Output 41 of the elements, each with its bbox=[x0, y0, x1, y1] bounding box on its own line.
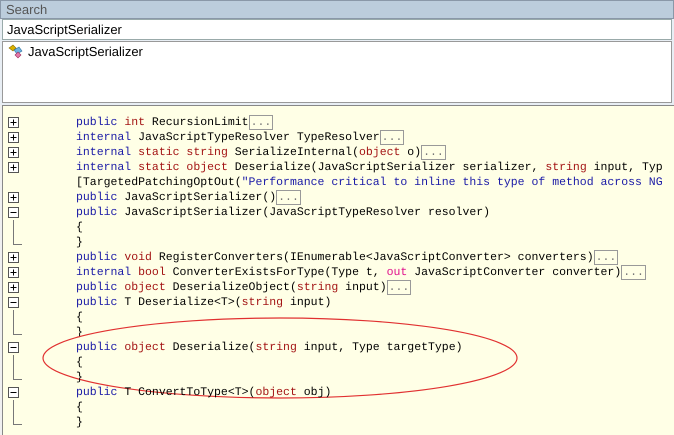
collapse-icon[interactable] bbox=[8, 207, 19, 218]
code-line: public JavaScriptSerializer() bbox=[76, 190, 276, 205]
collapsed-body[interactable]: ... bbox=[380, 130, 404, 145]
expand-icon[interactable] bbox=[8, 282, 19, 293]
search-panel-title: Search bbox=[6, 0, 48, 19]
code-line: internal JavaScriptTypeResolver TypeResolver bbox=[76, 130, 380, 145]
collapsed-body[interactable]: ... bbox=[248, 115, 274, 130]
collapse-icon[interactable] bbox=[8, 387, 19, 398]
collapsed-body[interactable]: ... bbox=[386, 280, 412, 295]
search-field[interactable]: JavaScriptSerializer bbox=[2, 19, 672, 40]
code-line: { bbox=[76, 220, 83, 235]
code-line: } bbox=[76, 415, 83, 430]
code-line: internal bool ConverterExistsForType(Type t, out JavaScriptConverter converter) bbox=[76, 265, 622, 280]
code-line: public void RegisterConverters(IEnumerable<JavaScriptConverter> converters) bbox=[76, 250, 594, 265]
expand-icon[interactable] bbox=[8, 147, 19, 158]
code-line: { bbox=[76, 355, 83, 370]
expand-icon[interactable] bbox=[8, 267, 19, 278]
code-line: public object DeserializeObject(string input) bbox=[76, 280, 387, 295]
expand-icon[interactable] bbox=[8, 192, 19, 203]
collapsed-body[interactable]: ... bbox=[276, 190, 301, 205]
collapsed-body[interactable]: ... bbox=[594, 250, 618, 265]
code-line: { bbox=[76, 310, 83, 325]
code-line: internal static string SerializeInternal(object o) bbox=[76, 145, 422, 160]
expand-icon[interactable] bbox=[8, 117, 19, 128]
code-line: public object Deserialize(string input, Type targetType) bbox=[76, 340, 463, 355]
code-line: public T Deserialize<T>(string input) bbox=[76, 295, 332, 310]
code-line: public int RecursionLimit bbox=[76, 115, 249, 130]
collapsed-body[interactable]: ... bbox=[421, 145, 446, 160]
class-icon bbox=[8, 44, 24, 60]
code-line: internal static object Deserialize(JavaScriptSerializer serializer, string input, Typ bbox=[76, 160, 663, 175]
expand-icon[interactable] bbox=[8, 132, 19, 143]
code-line: public JavaScriptSerializer(JavaScriptTypeResolver resolver) bbox=[76, 205, 490, 220]
collapsed-body[interactable]: ... bbox=[621, 265, 646, 280]
expand-icon[interactable] bbox=[8, 162, 19, 173]
collapse-icon[interactable] bbox=[8, 342, 19, 353]
expand-icon[interactable] bbox=[8, 252, 19, 263]
collapse-icon[interactable] bbox=[8, 297, 19, 308]
result-item[interactable]: JavaScriptSerializer bbox=[3, 43, 671, 61]
code-line: [TargetedPatchingOptOut("Performance critical to inline this type of method across NG bbox=[76, 175, 663, 190]
code-line: { bbox=[76, 400, 83, 415]
code-line: } bbox=[76, 235, 83, 250]
